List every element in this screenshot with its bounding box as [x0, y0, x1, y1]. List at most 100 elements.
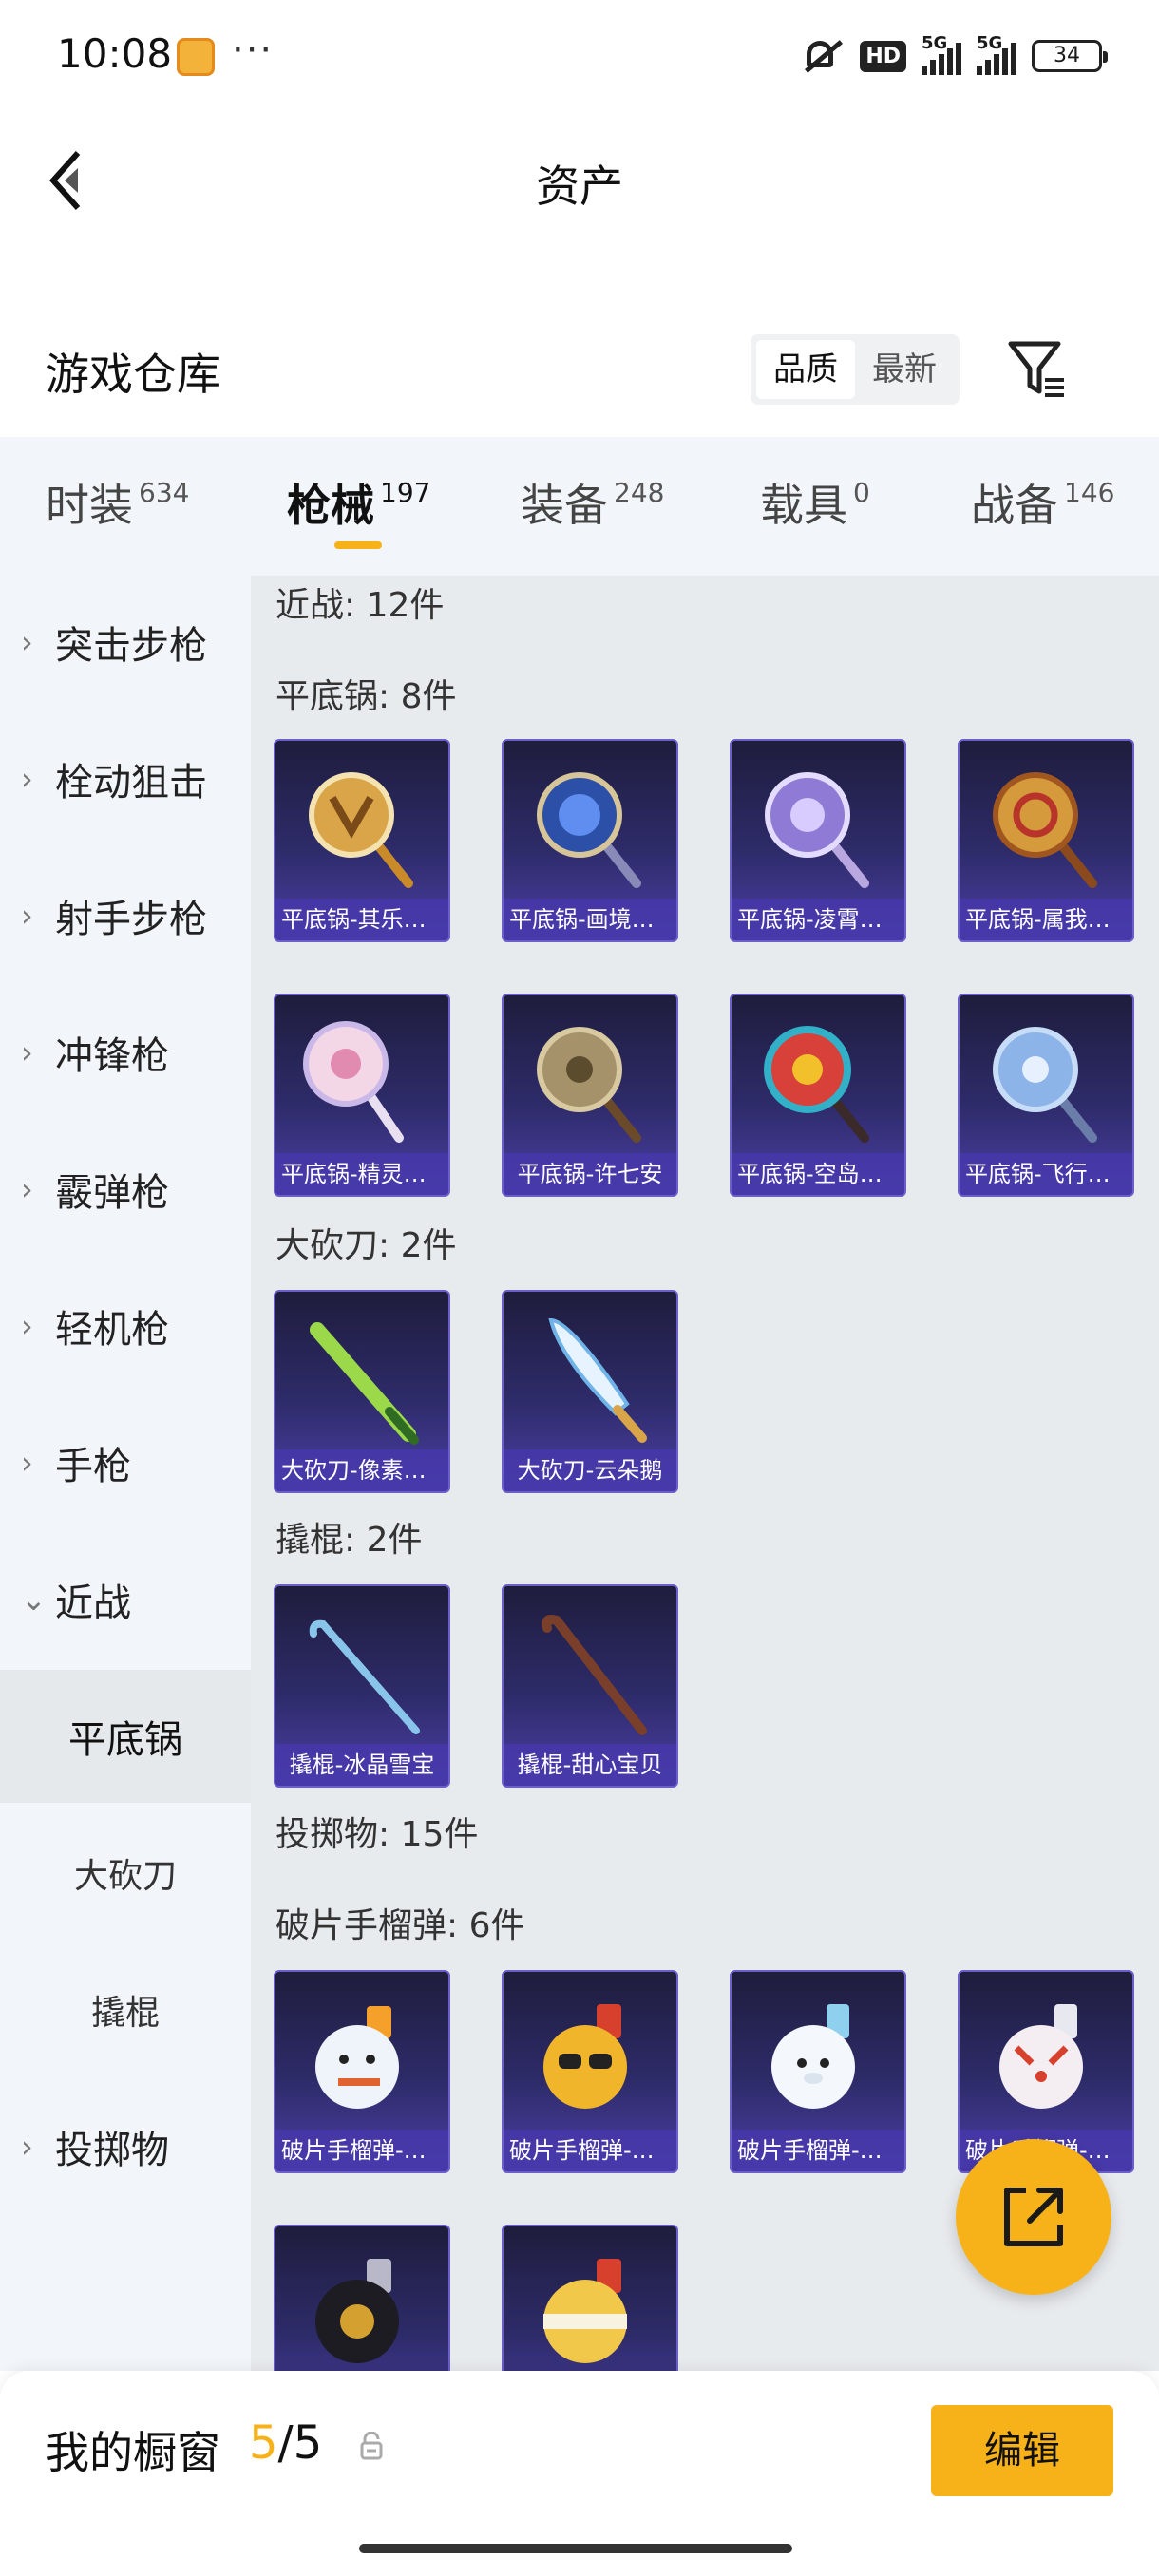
- share-button[interactable]: [956, 2139, 1112, 2295]
- item-card[interactable]: 撬棍-冰晶雪宝: [274, 1584, 450, 1788]
- lock-icon: [360, 2432, 383, 2460]
- app-header: 资产: [0, 114, 1159, 247]
- frag-count-label: 破片手榴弹: 6件: [276, 1906, 525, 1945]
- item-card[interactable]: 平底锅-其乐融融: [274, 739, 450, 942]
- item-card[interactable]: 平底锅-凌霄之约: [730, 739, 906, 942]
- home-indicator[interactable]: [359, 2544, 792, 2553]
- filter-button[interactable]: [1005, 336, 1072, 403]
- grenade-artwork-icon: [543, 2259, 627, 2363]
- item-card[interactable]: [274, 2225, 450, 2371]
- throwable-count-label: 投掷物: 15件: [276, 1815, 479, 1854]
- item-card[interactable]: 平底锅-精灵之眼: [274, 994, 450, 1197]
- pan-artwork-icon: [309, 772, 413, 888]
- status-bar: 10:08 ··· HD 5G 5G 34: [0, 0, 1159, 114]
- share-external-icon: [1004, 2188, 1063, 2246]
- sidebar-item-shotgun[interactable]: › 霰弹枪: [0, 1123, 251, 1256]
- item-card[interactable]: 大砍刀-像素竹刀: [274, 1290, 450, 1493]
- app-notification-icon: [177, 38, 215, 76]
- sidebar-item-smg[interactable]: › 冲锋枪: [0, 986, 251, 1119]
- item-name: 平底锅-属我最帅: [960, 899, 1132, 940]
- item-card[interactable]: 平底锅-飞行小鱼: [958, 994, 1134, 1197]
- sidebar-subitem-pan[interactable]: 平底锅: [0, 1670, 251, 1803]
- edit-button[interactable]: 编辑: [931, 2405, 1113, 2496]
- warehouse-title: 游戏仓库: [46, 349, 220, 400]
- sidebar-item-throwables[interactable]: › 投掷物: [0, 2080, 251, 2213]
- item-name: 平底锅-空岛奇遇: [732, 1153, 904, 1195]
- sidebar-item-melee[interactable]: ⌄ 近战: [0, 1533, 251, 1666]
- chevron-right-icon: ›: [21, 898, 33, 934]
- tab-fashion[interactable]: 时装 634: [46, 471, 189, 534]
- tab-vehicles[interactable]: 载具 0: [760, 471, 870, 534]
- chevron-right-icon: ›: [21, 761, 33, 797]
- crowbar-artwork-icon: [542, 1615, 647, 1735]
- sidebar-item-bolt-sniper[interactable]: › 栓动狙击: [0, 712, 251, 845]
- item-name: 平底锅-画境流光: [504, 899, 676, 940]
- pan-artwork-icon: [537, 772, 641, 888]
- item-name: 破片手榴弹-墨镜: [504, 2130, 676, 2171]
- chevron-down-icon: ⌄: [21, 1582, 47, 1618]
- grenade-artwork-icon: [999, 2004, 1083, 2109]
- status-time: 10:08: [57, 30, 173, 77]
- pan-artwork-icon: [993, 772, 1097, 888]
- sort-by-newest[interactable]: 最新: [855, 340, 954, 399]
- chevron-right-icon: ›: [21, 1171, 33, 1207]
- tab-gear[interactable]: 战备 146: [971, 471, 1114, 534]
- sort-by-quality[interactable]: 品质: [756, 340, 855, 399]
- pan-artwork-icon: [537, 1027, 641, 1143]
- pan-artwork-icon: [303, 1021, 404, 1143]
- item-card[interactable]: 平底锅-画境流光: [502, 739, 678, 942]
- item-card[interactable]: [502, 2225, 678, 2371]
- sidebar-item-assault-rifle[interactable]: › 突击步枪: [0, 576, 251, 709]
- warehouse-header: 游戏仓库 品质 最新: [0, 323, 1159, 437]
- item-name: 大砍刀-像素竹刀: [276, 1449, 448, 1491]
- sidebar-item-lmg[interactable]: › 轻机枪: [0, 1260, 251, 1392]
- pan-artwork-icon: [765, 772, 869, 888]
- pan-artwork-icon: [764, 1026, 869, 1143]
- pan-artwork-icon: [993, 1027, 1097, 1143]
- sort-toggle: 品质 最新: [750, 334, 960, 405]
- chevron-right-icon: ›: [21, 1445, 33, 1481]
- item-name: 撬棍-冰晶雪宝: [276, 1744, 448, 1786]
- sidebar-subitem-machete[interactable]: 大砍刀: [0, 1807, 251, 1940]
- item-card[interactable]: 平底锅-许七安: [502, 994, 678, 1197]
- item-card[interactable]: 平底锅-空岛奇遇: [730, 994, 906, 1197]
- machete-artwork-icon: [310, 1322, 419, 1445]
- item-card[interactable]: 破片手榴弹-墨镜: [502, 1970, 678, 2173]
- item-name: 平底锅-其乐融融: [276, 899, 448, 940]
- tab-weapons[interactable]: 枪械 197: [287, 471, 430, 534]
- showcase-count: 5/5: [249, 2416, 323, 2470]
- item-name: 平底锅-凌霄之约: [732, 899, 904, 940]
- chevron-right-icon: ›: [21, 1034, 33, 1070]
- sidebar-subitem-crowbar[interactable]: 撬棍: [0, 1943, 251, 2076]
- item-name: 撬棍-甜心宝贝: [504, 1744, 676, 1786]
- signal-icon-2: 5G: [977, 33, 1016, 75]
- item-card[interactable]: 大砍刀-云朵鹅: [502, 1290, 678, 1493]
- item-card[interactable]: 破片手榴弹-雪人: [274, 1970, 450, 2173]
- sidebar-item-pistol[interactable]: › 手枪: [0, 1396, 251, 1529]
- status-indicators: HD 5G 5G 34: [799, 32, 1108, 80]
- item-card[interactable]: 破片手榴弹-海豹: [730, 1970, 906, 2173]
- weapon-category-sidebar: › 突击步枪 › 栓动狙击 › 射手步枪 › 冲锋枪 › 霰弹枪 › 轻机枪 ›…: [0, 576, 251, 2371]
- machete-artwork-icon: [548, 1317, 647, 1443]
- pan-count-label: 平底锅: 8件: [276, 677, 457, 716]
- crowbar-artwork-icon: [309, 1619, 420, 1734]
- item-name: 平底锅-飞行小鱼: [960, 1153, 1132, 1195]
- grenade-artwork-icon: [315, 2259, 399, 2363]
- chevron-right-icon: ›: [21, 2129, 33, 2165]
- item-name: 平底锅-精灵之眼: [276, 1153, 448, 1195]
- showcase-label: 我的橱窗: [46, 2427, 220, 2478]
- crowbar-count-label: 撬棍: 2件: [276, 1521, 423, 1560]
- item-card[interactable]: 撬棍-甜心宝贝: [502, 1584, 678, 1788]
- signal-icon: 5G: [922, 33, 961, 75]
- page-title: 资产: [536, 161, 623, 212]
- chevron-right-icon: ›: [21, 1308, 33, 1344]
- item-name: 平底锅-许七安: [504, 1153, 676, 1195]
- machete-count-label: 大砍刀: 2件: [276, 1226, 457, 1265]
- battery-icon: 34: [1032, 40, 1108, 72]
- tab-equipment[interactable]: 装备 248: [521, 471, 664, 534]
- item-name: 破片手榴弹-雪人: [276, 2130, 448, 2171]
- sidebar-item-marksman-rifle[interactable]: › 射手步枪: [0, 849, 251, 982]
- grenade-artwork-icon: [315, 2006, 399, 2109]
- mute-icon: [799, 35, 845, 77]
- item-card[interactable]: 平底锅-属我最帅: [958, 739, 1134, 942]
